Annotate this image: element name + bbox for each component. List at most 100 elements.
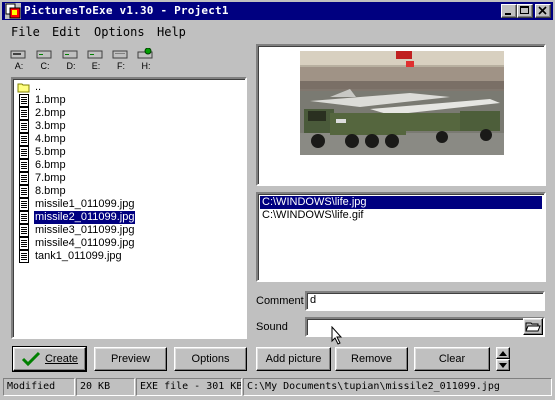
picture-preview-panel xyxy=(256,44,546,186)
file-name: 7.bmp xyxy=(35,172,66,184)
sound-label: Sound xyxy=(256,321,288,333)
hard-drive-icon xyxy=(36,50,52,59)
checkmark-icon xyxy=(21,351,41,367)
file-list-item[interactable]: 1.bmp xyxy=(15,94,245,107)
minimize-button[interactable] xyxy=(501,4,517,18)
document-icon xyxy=(19,237,29,250)
maximize-icon xyxy=(520,6,529,14)
file-list-item[interactable]: 2.bmp xyxy=(15,107,245,120)
menu-bar: File Edit Options Help xyxy=(2,22,553,42)
create-label: Create xyxy=(44,353,79,365)
file-list-item[interactable]: 3.bmp xyxy=(15,120,245,133)
file-list-item[interactable]: missile3_011099.jpg xyxy=(15,224,245,237)
file-name: tank1_011099.jpg xyxy=(35,250,122,262)
comment-value: d xyxy=(310,294,317,306)
arrow-up-icon xyxy=(499,350,507,356)
document-icon xyxy=(19,250,29,263)
app-icon xyxy=(5,3,21,19)
network-drive-icon xyxy=(137,47,153,59)
file-list-item[interactable]: missile1_011099.jpg xyxy=(15,198,245,211)
browse-sound-button[interactable] xyxy=(523,318,543,335)
menu-file[interactable]: File xyxy=(11,25,40,39)
document-icon xyxy=(19,133,29,146)
menu-edit[interactable]: Edit xyxy=(52,25,81,39)
comment-label: Comment xyxy=(256,295,304,307)
document-icon xyxy=(19,172,29,185)
file-name: 3.bmp xyxy=(35,120,66,132)
cdrom-drive-icon xyxy=(112,50,128,59)
document-icon xyxy=(19,94,29,107)
remove-button[interactable]: Remove xyxy=(335,347,408,371)
maximize-button[interactable] xyxy=(517,4,533,18)
mouse-cursor-icon xyxy=(331,326,343,345)
file-list-item[interactable]: 4.bmp xyxy=(15,133,245,146)
parent-folder-item[interactable]: .. xyxy=(15,81,245,94)
file-list-item[interactable]: tank1_011099.jpg xyxy=(15,250,245,263)
file-list-item[interactable]: 6.bmp xyxy=(15,159,245,172)
drive-d[interactable]: D: xyxy=(61,48,81,72)
close-icon xyxy=(538,6,547,15)
picture-list-item[interactable]: C:\WINDOWS\life.gif xyxy=(260,209,542,222)
comment-field[interactable]: d xyxy=(305,291,545,311)
hard-drive-icon xyxy=(62,50,78,59)
document-icon xyxy=(19,198,29,211)
document-icon xyxy=(19,159,29,172)
menu-options[interactable]: Options xyxy=(94,25,145,39)
drive-h[interactable]: H: xyxy=(136,47,156,72)
remove-label: Remove xyxy=(351,353,392,365)
status-exe-size: EXE file - 301 KB xyxy=(136,378,242,396)
status-state: Modified xyxy=(3,378,75,396)
file-name: missile4_011099.jpg xyxy=(35,237,135,249)
drive-e[interactable]: E: xyxy=(86,48,106,72)
picture-list[interactable]: C:\WINDOWS\life.jpg C:\WINDOWS\life.gif xyxy=(256,192,546,282)
file-list-item[interactable]: 7.bmp xyxy=(15,172,245,185)
arrow-down-icon xyxy=(499,362,507,368)
file-list-item[interactable]: 5.bmp xyxy=(15,146,245,159)
file-name: 4.bmp xyxy=(35,133,66,145)
file-list-item[interactable]: missile4_011099.jpg xyxy=(15,237,245,250)
file-name: 6.bmp xyxy=(35,159,66,171)
file-name: 5.bmp xyxy=(35,146,66,158)
move-down-button[interactable] xyxy=(496,359,510,371)
drive-c[interactable]: C: xyxy=(35,48,55,72)
document-icon xyxy=(19,120,29,133)
document-icon xyxy=(19,185,29,198)
preview-button[interactable]: Preview xyxy=(94,347,167,371)
window-title: PicturesToExe v1.30 - Project1 xyxy=(24,4,229,17)
file-name: missile3_011099.jpg xyxy=(35,224,135,236)
file-list[interactable]: .. 1.bmp 2.bmp 3.bmp 4.bmp 5.bmp 6.bmp 7.bmp 8.b… xyxy=(11,77,247,339)
document-icon xyxy=(19,107,29,120)
document-icon xyxy=(19,211,29,224)
options-label: Options xyxy=(191,353,230,365)
document-icon xyxy=(19,146,29,159)
floppy-drive-icon xyxy=(10,50,26,59)
file-list-item[interactable]: 8.bmp xyxy=(15,185,245,198)
options-button[interactable]: Options xyxy=(174,347,247,371)
picture-list-item[interactable]: C:\WINDOWS\life.jpg xyxy=(260,196,542,209)
clear-label: Clear xyxy=(438,353,466,365)
file-name: 2.bmp xyxy=(35,107,66,119)
file-name: 8.bmp xyxy=(35,185,66,197)
close-button[interactable] xyxy=(535,4,551,18)
title-bar[interactable]: PicturesToExe v1.30 - Project1 xyxy=(2,2,553,20)
file-name: 1.bmp xyxy=(35,94,66,106)
move-up-button[interactable] xyxy=(496,347,510,359)
menu-help[interactable]: Help xyxy=(157,25,186,39)
open-folder-icon xyxy=(525,322,541,332)
drive-a[interactable]: A: xyxy=(9,48,29,72)
folder-icon xyxy=(17,83,30,93)
file-name: .. xyxy=(35,81,42,93)
app-window: PicturesToExe v1.30 - Project1 File Edit… xyxy=(0,0,555,400)
file-list-item[interactable]: missile2_011099.jpg xyxy=(15,211,245,224)
preview-label: Preview xyxy=(110,353,151,365)
clear-button[interactable]: Clear xyxy=(414,347,490,371)
drive-f[interactable]: F: xyxy=(111,48,131,72)
file-name: missile1_011099.jpg xyxy=(35,198,135,210)
preview-image xyxy=(300,51,504,155)
document-icon xyxy=(19,224,29,237)
file-name: missile2_011099.jpg xyxy=(34,211,136,224)
create-button[interactable]: Create xyxy=(12,346,87,372)
status-size: 20 KB xyxy=(76,378,135,396)
add-picture-button[interactable]: Add picture xyxy=(256,347,331,371)
hard-drive-icon xyxy=(87,50,103,59)
